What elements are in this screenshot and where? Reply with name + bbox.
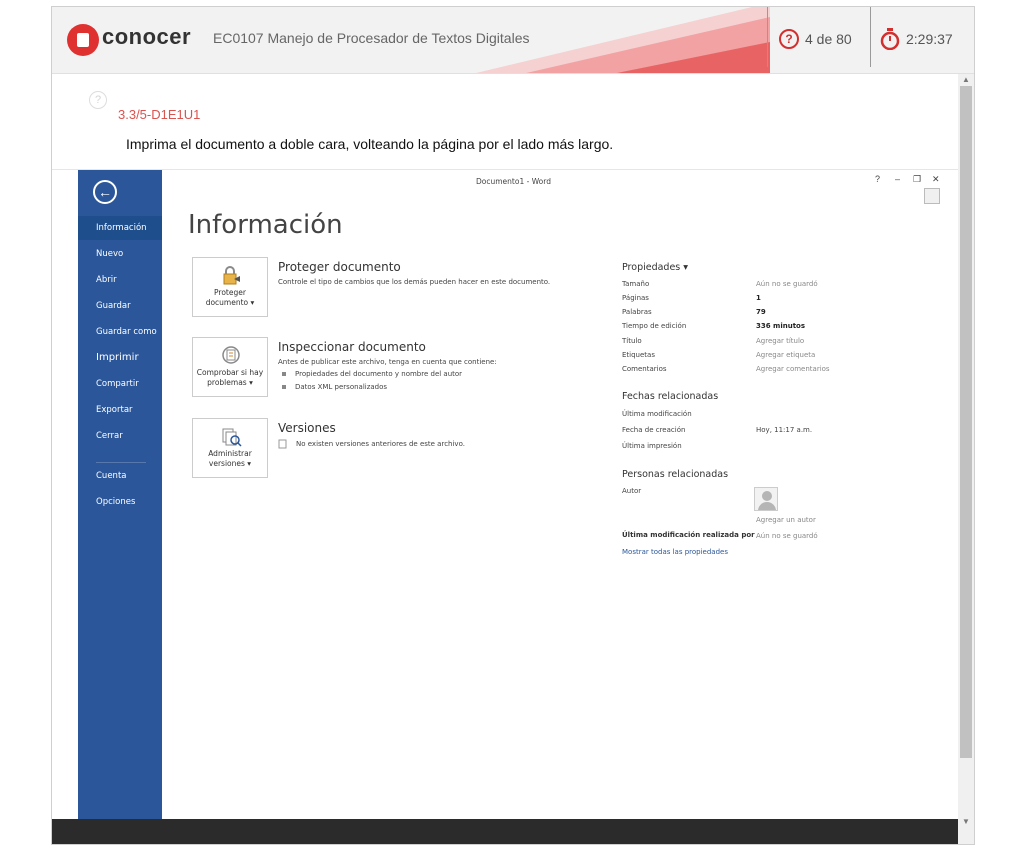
inspect-document-icon: [222, 346, 240, 364]
add-comments-field[interactable]: Agregar comentarios: [756, 365, 830, 373]
people-heading: Personas relacionadas: [622, 469, 729, 480]
inspect-tile-label: Comprobar si hay problemas ▾: [196, 368, 264, 387]
scroll-thumb[interactable]: [960, 86, 972, 758]
date-label: Última modificación: [622, 410, 692, 418]
exam-timer: 2:29:37: [880, 27, 953, 51]
backstage-sidebar: ← Información Nuevo Abrir Guardar Guarda…: [78, 170, 162, 839]
course-title: EC0107 Manejo de Procesador de Textos Di…: [213, 30, 530, 46]
prop-value: 336 minutos: [756, 322, 806, 330]
nav-opciones[interactable]: Opciones: [78, 490, 162, 514]
nav-divider: [96, 462, 146, 463]
nav-cerrar[interactable]: Cerrar: [78, 424, 162, 448]
inspect-title: Inspeccionar documento: [278, 340, 426, 354]
document-icon: [278, 439, 287, 449]
versions-tile-label: Administrar versiones ▾: [208, 449, 252, 468]
inspect-bullet: Datos XML personalizados: [282, 383, 387, 391]
prop-label: Tiempo de edición: [622, 322, 687, 330]
timer-value: 2:29:37: [906, 31, 953, 47]
protect-tile-label: Proteger documento ▾: [205, 288, 255, 307]
nav-guardar-como[interactable]: Guardar como: [78, 320, 162, 344]
nav-guardar[interactable]: Guardar: [78, 294, 162, 318]
dates-heading: Fechas relacionadas: [622, 391, 719, 402]
prop-label: Páginas: [622, 294, 649, 302]
scroll-up-arrow-icon[interactable]: ▲: [958, 74, 974, 86]
header-divider: [870, 7, 871, 67]
help-button[interactable]: ?: [875, 174, 880, 184]
add-title-field[interactable]: Agregar título: [756, 337, 804, 345]
exam-header: conocer EC0107 Manejo de Procesador de T…: [52, 7, 974, 74]
author-avatar-icon: [754, 487, 778, 511]
nav-abrir[interactable]: Abrir: [78, 268, 162, 292]
nav-exportar[interactable]: Exportar: [78, 398, 162, 422]
date-value: Hoy, 11:17 a.m.: [756, 426, 813, 434]
header-divider: [767, 7, 768, 67]
author-label: Autor: [622, 487, 642, 495]
prop-value: 79: [756, 308, 766, 316]
nav-imprimir[interactable]: Imprimir: [78, 346, 162, 370]
inspect-desc: Antes de publicar este archivo, tenga en…: [278, 358, 497, 366]
back-arrow-icon[interactable]: ←: [93, 180, 117, 204]
page-title: Información: [188, 210, 343, 240]
question-circle-icon: ?: [779, 29, 799, 49]
protect-document-button[interactable]: Proteger documento ▾: [192, 257, 268, 317]
last-modified-by-value: Aún no se guardó: [756, 532, 818, 540]
add-tag-field[interactable]: Agregar etiqueta: [756, 351, 815, 359]
show-all-properties-link[interactable]: Mostrar todas las propiedades: [622, 548, 728, 556]
prop-value: Aún no se guardó: [756, 280, 818, 288]
versions-desc: No existen versiones anteriores de este …: [296, 440, 465, 448]
page-scrollbar[interactable]: ▲ ▼: [958, 74, 974, 844]
versions-title: Versiones: [278, 421, 336, 435]
close-button[interactable]: ✕: [932, 174, 940, 185]
nav-compartir[interactable]: Compartir: [78, 372, 162, 396]
inspect-bullet-text: Datos XML personalizados: [295, 383, 388, 391]
prop-label: Tamaño: [622, 280, 650, 288]
versions-icon: [222, 428, 242, 447]
scroll-down-arrow-icon[interactable]: ▼: [958, 816, 974, 828]
inspect-bullet-text: Propiedades del documento y nombre del a…: [295, 370, 463, 378]
date-label: Última impresión: [622, 442, 682, 450]
nav-informacion[interactable]: Información: [78, 216, 162, 240]
window-title: Documento1 - Word: [476, 177, 551, 186]
check-issues-button[interactable]: Comprobar si hay problemas ▾: [192, 337, 268, 397]
exam-frame: conocer EC0107 Manejo de Procesador de T…: [51, 6, 975, 845]
help-icon[interactable]: ?: [89, 91, 107, 109]
nav-nuevo[interactable]: Nuevo: [78, 242, 162, 266]
add-author-link[interactable]: Agregar un autor: [756, 516, 816, 524]
manage-versions-button[interactable]: Administrar versiones ▾: [192, 418, 268, 478]
last-modified-by-label: Última modificación realizada por: [622, 531, 755, 539]
stopwatch-icon: [880, 28, 900, 50]
protect-title: Proteger documento: [278, 260, 401, 274]
date-label: Fecha de creación: [622, 426, 686, 434]
question-progress: ? 4 de 80: [779, 27, 852, 51]
question-prompt: Imprima el documento a doble cara, volte…: [126, 136, 614, 152]
inspect-bullet: Propiedades del documento y nombre del a…: [282, 370, 462, 378]
footer-bar: [52, 819, 958, 844]
lock-icon: [223, 266, 240, 285]
prop-label: Etiquetas: [622, 351, 655, 359]
brand-name: conocer: [102, 24, 192, 49]
restore-button[interactable]: ❐: [913, 174, 921, 185]
prop-label: Palabras: [622, 308, 652, 316]
user-avatar-icon[interactable]: [924, 188, 940, 204]
question-code: 3.3/5-D1E1U1: [118, 107, 201, 122]
conocer-logo-icon: [67, 24, 99, 56]
prop-label: Título: [622, 337, 642, 345]
properties-heading[interactable]: Propiedades ▾: [622, 262, 688, 273]
protect-desc: Controle el tipo de cambios que los demá…: [278, 278, 551, 286]
minimize-button[interactable]: –: [895, 174, 900, 184]
nav-cuenta[interactable]: Cuenta: [78, 464, 162, 488]
progress-label: 4 de 80: [805, 31, 852, 47]
prop-value: 1: [756, 294, 761, 302]
word-backstage: ← Información Nuevo Abrir Guardar Guarda…: [78, 170, 947, 839]
prop-label: Comentarios: [622, 365, 667, 373]
